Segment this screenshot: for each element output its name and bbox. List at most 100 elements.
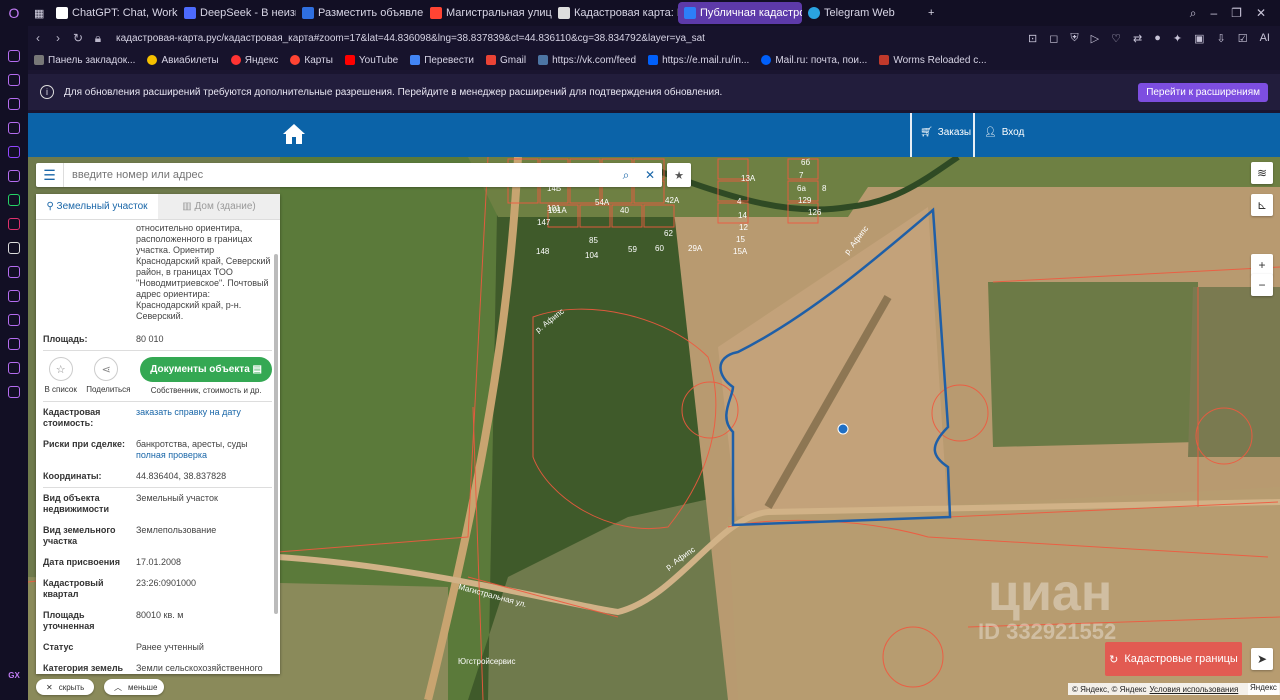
snapshot-icon[interactable]: ⊡ [1028,32,1037,45]
heart-icon[interactable]: ♡ [1111,32,1121,45]
reload-icon[interactable]: ↻ [68,31,88,45]
browser-tab-bar: O ▦ ChatGPT: Chat, Work, Crea DeepSeek -… [0,0,1280,26]
globe-icon [558,7,570,19]
menu-icon[interactable]: ☰ [36,163,64,187]
tab-telegram[interactable]: Telegram Web [802,2,922,24]
download-icon[interactable]: ⇩ [1217,32,1226,45]
tab-cadastral-map[interactable]: Кадастровая карта: Красн [552,2,678,24]
zoom-in-button[interactable]: + [1251,254,1273,276]
geolocation-button[interactable]: ➤ [1251,648,1273,670]
extension-update-infobar: i Для обновления расширений требуются до… [28,74,1280,110]
search-icon[interactable]: ⌕ [614,168,638,183]
sidebar-history-icon[interactable] [8,338,20,350]
order-certificate-link[interactable]: заказать справку на дату [136,407,241,418]
extensions-icon[interactable]: ✦ [1173,32,1182,45]
bookmark-maps[interactable]: Карты [284,55,339,66]
sidebar-percent-icon[interactable] [8,170,20,182]
zoom-out-button[interactable]: − [1251,274,1273,296]
search-input[interactable] [64,169,614,181]
wallet-icon[interactable]: ▣ [1194,32,1204,45]
layers-button[interactable]: ≋ [1251,162,1273,184]
bookmark-youtube[interactable]: YouTube [339,55,404,66]
translate-icon [410,55,421,65]
bookmark-translate[interactable]: Перевести [404,55,480,66]
bookmark-gmail[interactable]: Gmail [480,55,532,66]
bookmark-mailru-inbox[interactable]: https://e.mail.ru/in... [642,55,755,66]
favorites-star-button[interactable]: ★ [667,163,691,187]
tab-public-cadastral[interactable]: Публичная кадастровая к [678,2,802,24]
add-to-list-button[interactable]: ☆ В список [43,357,78,394]
capture-icon[interactable]: ◻ [1049,32,1058,45]
close-icon[interactable]: ✕ [1256,6,1266,21]
area-row: Площадь: 80 010 [43,334,164,344]
clear-icon[interactable]: ✕ [638,168,662,182]
land-icon: ⚲ [46,201,57,212]
instagram-icon[interactable] [8,218,20,230]
shield-icon[interactable]: ⛨ [1070,32,1078,45]
parcel-number: 54А [595,198,610,207]
sidebar-home-icon[interactable] [8,74,20,86]
send-icon[interactable]: ▷ [1091,32,1099,45]
tiktok-icon[interactable] [8,242,20,254]
site-header: 🛒︎ Заказы 👤︎ Вход [28,113,1280,157]
folder-icon [34,55,44,65]
bookmark-worms[interactable]: Worms Reloaded c... [873,55,992,66]
bookmark-mailru[interactable]: Mail.ru: почта, пои... [755,55,873,66]
tab-land-plot[interactable]: ⚲ Земельный участок [36,194,158,219]
panel-scrollbar[interactable] [274,254,278,614]
back-icon[interactable]: ‹ [28,31,48,45]
sidebar-aria-icon[interactable] [8,50,20,62]
new-tab-button[interactable]: + [922,2,942,24]
tab-grid-icon[interactable]: ▦ [28,2,50,24]
opera-logo-icon[interactable]: O [0,0,28,26]
url-field[interactable]: кадастровая-карта.рус/кадастровая_карта#… [116,33,705,44]
coords-row: Координаты: 44.836404, 38.837828 [43,471,227,481]
bookmark-yandex[interactable]: Яндекс [225,55,285,66]
gx-logo-icon: GX [8,671,20,680]
settings-gear-icon[interactable] [8,386,20,398]
login-button[interactable]: 👤︎ Вход [984,127,1024,138]
collapse-panel-button[interactable]: ︿ меньше [104,679,164,695]
document-icon: ▤ [252,364,262,375]
tab-avito[interactable]: Разместить объявление о [296,2,424,24]
cadastral-borders-button[interactable]: ↻ Кадастровые границы [1105,642,1242,676]
forward-icon[interactable]: › [48,31,68,45]
maximize-icon[interactable]: ❐ [1231,6,1242,21]
ai-icon[interactable]: AI [1260,32,1270,45]
documents-button[interactable]: Документы объекта ▤ [140,357,272,382]
translate-icon[interactable]: ⇄ [1133,32,1142,45]
full-check-link[interactable]: полная проверка [136,450,248,461]
deepseek-icon [184,7,196,19]
sidebar-player-icon[interactable] [8,266,20,278]
tab-building[interactable]: ▥ Дом (здание) [158,194,280,219]
ruler-button[interactable]: ⊾ [1251,194,1273,216]
home-icon[interactable] [282,123,306,145]
twitch-icon[interactable] [8,146,20,158]
sidebar-mail-icon[interactable] [8,122,20,134]
tab-yandex-maps[interactable]: Магистральная улица — Я [424,2,552,24]
tab-chatgpt[interactable]: ChatGPT: Chat, Work, Crea [50,2,178,24]
bookmark-aviabilety[interactable]: Авиабилеты [141,55,224,66]
whatsapp-icon[interactable] [8,194,20,206]
parcel-number: 147 [537,218,551,227]
tab-deepseek[interactable]: DeepSeek - В неизвестно [178,2,296,24]
bookmark-vk[interactable]: https://vk.com/feed [532,55,642,66]
sidebar-send-icon[interactable] [8,290,20,302]
share-button[interactable]: ⋖ Поделиться [86,357,130,394]
panel-body: относительно ориентира, расположенного в… [36,223,280,674]
hide-panel-button[interactable]: ✕ скрыть [36,679,94,695]
search-tabs-icon[interactable]: ⌕ [1190,6,1197,21]
window-controls: ⌕ – ❐ ✕ [1190,6,1280,21]
orders-button[interactable]: 🛒︎ Заказы [920,127,971,138]
sidebar-news-icon[interactable] [8,98,20,110]
sidebar-extensions-icon[interactable] [8,362,20,374]
sidebar-pin-icon[interactable] [8,314,20,326]
terms-link[interactable]: Условия использования [1149,685,1238,694]
adblock-icon[interactable]: ● [1154,32,1161,45]
status-row: Статус Ранее учтенный [43,642,204,652]
checklist-icon[interactable]: ☑ [1238,32,1248,45]
go-to-extensions-button[interactable]: Перейти к расширениям [1138,82,1268,102]
bookmark-panel[interactable]: Панель закладок... [28,55,141,66]
building-icon: ▥ [182,201,195,212]
minimize-icon[interactable]: – [1210,6,1217,21]
